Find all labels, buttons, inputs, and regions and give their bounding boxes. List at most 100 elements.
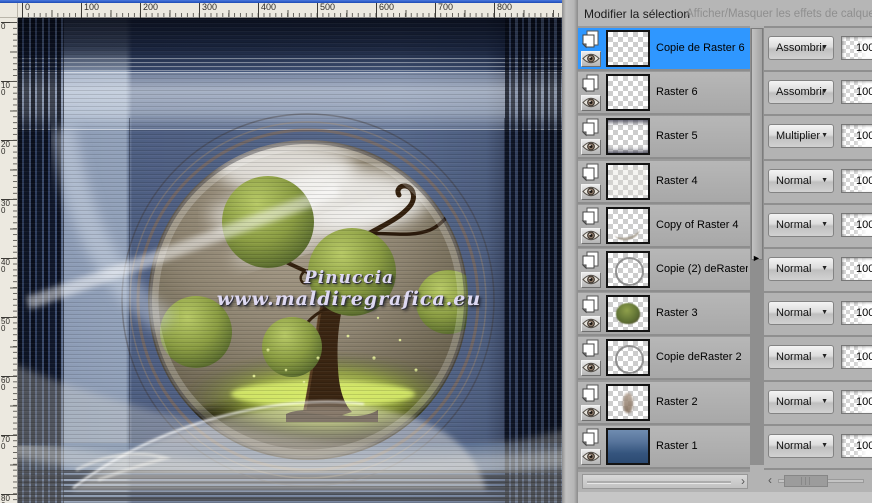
visibility-eye-icon[interactable] — [581, 183, 601, 200]
show-hide-layer-effects-label[interactable]: Afficher/Masquer les effets de calque — [686, 8, 872, 20]
blend-mode-dropdown[interactable]: Normal ▼ — [768, 345, 834, 370]
modify-selection-label[interactable]: Modifier la sélection — [584, 7, 690, 21]
h-ruler-label: 200 — [140, 3, 158, 18]
chevron-down-icon: ▼ — [821, 44, 828, 51]
opacity-value: 100 — [856, 86, 872, 99]
blend-mode-value: Normal — [776, 174, 812, 187]
layer-row[interactable]: Raster 1 — [578, 425, 750, 469]
pane-splitter[interactable] — [562, 0, 578, 503]
h-ruler-label: 500 — [317, 3, 335, 18]
scrollbar-thumb[interactable] — [751, 28, 763, 260]
visibility-eye-icon[interactable] — [581, 404, 601, 421]
layer-thumbnail[interactable] — [606, 206, 650, 244]
layer-list-hscrollbar[interactable]: › — [582, 474, 748, 489]
layer-row[interactable]: Raster 3 — [578, 293, 750, 337]
visibility-eye-icon[interactable] — [581, 316, 601, 333]
raster-layer-icon — [581, 384, 601, 403]
blend-pane-hscrollbar[interactable]: ‹ › — [768, 474, 872, 489]
h-ruler-label: 0 — [22, 3, 30, 18]
row-separator — [764, 379, 872, 382]
blend-mode-dropdown[interactable]: Normal ▼ — [768, 433, 834, 458]
layer-thumbnail[interactable] — [606, 295, 650, 333]
artwork-image[interactable]: Pinuccia www.maldiregrafica.eu — [18, 18, 562, 503]
blend-mode-dropdown[interactable]: Assombrir ▼ — [768, 80, 834, 105]
layer-thumbnail[interactable] — [606, 383, 650, 421]
layer-thumbnail[interactable] — [606, 74, 650, 112]
layer-thumbnail[interactable] — [606, 427, 650, 465]
palette-divider-scrollbar[interactable]: ► — [750, 28, 764, 465]
scroll-left-icon[interactable]: ‹ — [768, 474, 772, 487]
opacity-field[interactable]: 100 — [841, 345, 872, 370]
layer-name: Raster 2 — [656, 395, 698, 408]
v-ruler[interactable]: 0 100 200 300 400 500 600 700 800 — [0, 18, 18, 503]
blend-mode-dropdown[interactable]: Normal ▼ — [768, 212, 834, 237]
scrollbar-thumb[interactable] — [784, 475, 828, 487]
visibility-eye-icon[interactable] — [581, 448, 601, 465]
layer-row[interactable]: Raster 6 — [578, 72, 750, 116]
raster-layer-icon — [581, 295, 601, 314]
h-ruler[interactable]: 0 100 200 300 400 500 600 700 800 — [18, 3, 562, 18]
layer-thumbnail[interactable] — [606, 339, 650, 377]
visibility-eye-icon[interactable] — [581, 51, 601, 67]
layer-list: Copie de Raster 6 Raster 6 Raster 5 Raster … — [578, 26, 750, 472]
layer-icon-column — [581, 74, 603, 112]
raster-layer-icon — [581, 30, 601, 49]
opacity-field[interactable]: 100 — [841, 257, 872, 281]
raster-layer-icon — [581, 118, 601, 137]
visibility-eye-icon[interactable] — [581, 95, 601, 112]
layer-row[interactable]: Raster 4 — [578, 160, 750, 204]
layer-name: Copie deRaster 2 — [656, 351, 742, 364]
layer-name: Copy of Raster 4 — [656, 218, 739, 231]
layer-thumbnail[interactable] — [606, 30, 650, 67]
layer-thumbnail[interactable] — [606, 162, 650, 200]
layer-thumbnail[interactable] — [606, 118, 650, 156]
visibility-eye-icon[interactable] — [581, 139, 601, 156]
blend-mode-dropdown[interactable]: Normal ▼ — [768, 389, 834, 414]
layer-row[interactable]: Raster 2 — [578, 381, 750, 425]
opacity-value: 100 — [856, 395, 872, 408]
chevron-down-icon: ▼ — [821, 353, 828, 361]
layer-row[interactable]: Copie de Raster 6 — [578, 28, 750, 71]
blend-mode-dropdown[interactable]: Normal ▼ — [768, 301, 834, 326]
visibility-eye-icon[interactable] — [581, 272, 601, 288]
opacity-field[interactable]: 100 — [841, 301, 872, 326]
layer-icon-column — [581, 295, 603, 333]
opacity-field[interactable]: 100 — [841, 80, 872, 105]
opacity-field[interactable]: 100 — [841, 212, 872, 237]
layer-row[interactable]: Copy of Raster 4 — [578, 204, 750, 248]
opacity-field[interactable]: 100 — [841, 124, 872, 149]
raster-layer-icon — [581, 74, 601, 93]
raster-layer-icon — [581, 428, 601, 447]
scrollbar-groove — [587, 481, 731, 484]
opacity-field[interactable]: 100 — [841, 433, 872, 458]
divider-arrow-icon[interactable]: ► — [752, 254, 761, 263]
chevron-down-icon: ▼ — [821, 220, 828, 228]
opacity-value: 100 — [856, 439, 872, 452]
opacity-field[interactable]: 100 — [841, 389, 872, 414]
layer-icon-column — [581, 163, 603, 200]
blend-mode-dropdown[interactable]: Normal ▼ — [768, 168, 834, 193]
h-ruler-label: 700 — [435, 3, 453, 18]
visibility-eye-icon[interactable] — [581, 227, 601, 244]
row-separator — [764, 26, 872, 28]
scroll-right-icon[interactable]: › — [741, 475, 745, 488]
layer-row[interactable]: Raster 5 — [578, 116, 750, 160]
blend-mode-dropdown[interactable]: Multiplier ▼ — [768, 124, 834, 149]
opacity-field[interactable]: 100 — [841, 36, 872, 60]
layer-row[interactable]: Copie (2) deRaster 2 — [578, 249, 750, 292]
layer-icon-column — [581, 428, 603, 465]
layer-icon-column — [581, 30, 603, 67]
opacity-field[interactable]: 100 — [841, 168, 872, 193]
raster-layer-icon — [581, 251, 601, 270]
opacity-value: 100 — [856, 351, 872, 364]
opacity-value: 100 — [856, 307, 872, 320]
opacity-value: 100 — [856, 218, 872, 231]
v-ruler-label: 800 — [1, 494, 10, 503]
blend-mode-dropdown[interactable]: Assombrir ▼ — [768, 36, 834, 60]
v-ruler-label: 200 — [1, 140, 10, 156]
blend-mode-dropdown[interactable]: Normal ▼ — [768, 257, 834, 281]
visibility-eye-icon[interactable] — [581, 360, 601, 377]
blend-mode-value: Normal — [776, 307, 812, 320]
layer-row[interactable]: Copie deRaster 2 — [578, 337, 750, 381]
layer-thumbnail[interactable] — [606, 251, 650, 288]
